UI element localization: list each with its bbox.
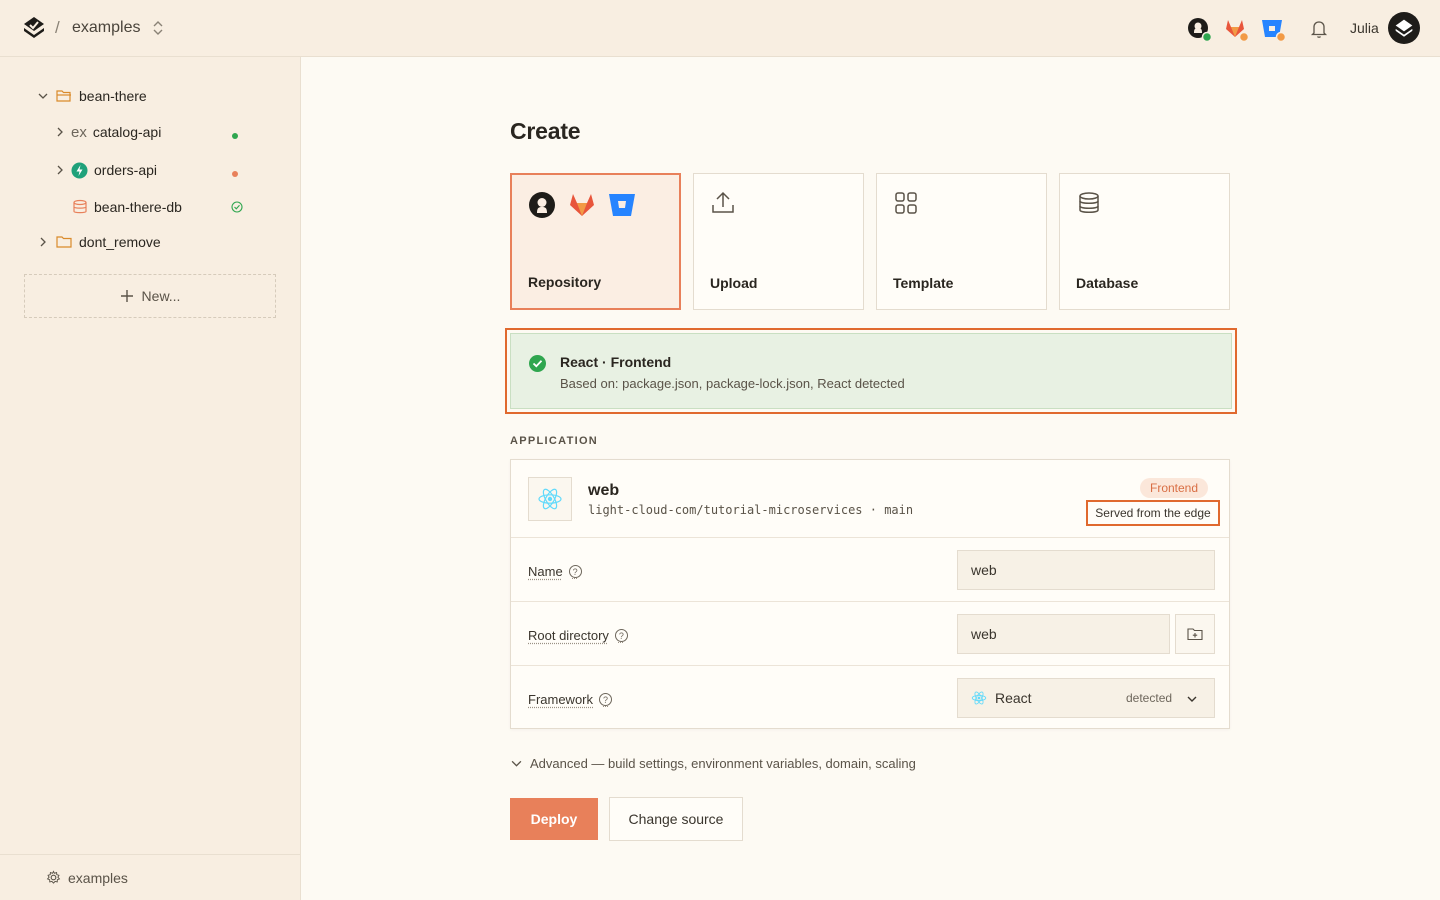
source-template-card[interactable]: Template [876, 173, 1047, 310]
gitlab-icon [570, 194, 594, 216]
source-label: Upload [710, 275, 758, 291]
advanced-toggle[interactable]: Advanced — build settings, environment v… [511, 756, 916, 771]
status-dot [232, 133, 238, 139]
detection-title: React · Frontend [560, 354, 672, 370]
framework-value: React [995, 690, 1032, 706]
gitlab-connected-icon[interactable] [1223, 16, 1249, 42]
project-settings-link[interactable]: examples [0, 854, 300, 900]
sidebar-item-label: catalog-api [92, 124, 162, 140]
sidebar-item-orders-api[interactable]: orders-api [55, 158, 157, 182]
app-name: web [588, 482, 620, 499]
chevron-down-icon [511, 760, 522, 767]
github-icon [529, 192, 555, 218]
chevron-up-down-icon[interactable] [151, 19, 165, 37]
gear-icon [46, 870, 61, 884]
advanced-label: Advanced — build settings, environment v… [530, 756, 916, 771]
footer-label: examples [68, 869, 128, 886]
type-badge: Frontend [1140, 478, 1209, 498]
chevron-right-icon[interactable] [38, 237, 48, 247]
field-row-framework: Framework ? React detected [511, 666, 1229, 730]
check-circle-icon [529, 355, 546, 372]
sidebar-item-bean-there-db[interactable]: bean-there-db [72, 195, 182, 219]
framework-label: Framework ? [528, 692, 613, 707]
source-repository-card[interactable]: Repository [510, 173, 681, 310]
sidebar-item-label: orders-api [94, 162, 158, 178]
deploy-button[interactable]: Deploy [510, 798, 598, 840]
express-icon: ex [71, 123, 87, 141]
app-logo-icon[interactable] [22, 16, 46, 40]
name-label: Name ? [528, 564, 582, 579]
source-label: Repository [528, 274, 602, 290]
root-directory-input[interactable]: web [957, 614, 1170, 654]
grid-icon [895, 192, 917, 214]
name-input[interactable]: web [957, 550, 1215, 590]
sidebar-item-label: bean-there-db [94, 199, 182, 215]
detection-banner: React · Frontend Based on: package.json,… [510, 333, 1232, 409]
browse-folder-button[interactable] [1175, 614, 1215, 654]
folder-open-icon [56, 90, 71, 102]
avatar[interactable] [1388, 12, 1420, 44]
chevron-right-icon[interactable] [55, 127, 65, 137]
sidebar-item-label: bean-there [79, 88, 147, 104]
change-source-button[interactable]: Change source [609, 797, 743, 841]
serving-label: Served from the edge [1086, 500, 1220, 526]
sidebar-item-catalog-api[interactable]: ex catalog-api [55, 120, 161, 144]
react-icon [971, 691, 987, 705]
framework-select[interactable]: React detected [957, 678, 1215, 718]
react-icon [538, 488, 562, 510]
breadcrumb-separator: / [55, 18, 60, 37]
check-circle-icon [231, 201, 243, 213]
page-title: Create [510, 118, 581, 144]
folder-icon [56, 236, 72, 248]
source-label: Template [893, 275, 954, 291]
new-button-label: New... [141, 288, 181, 304]
chevron-down-icon [1187, 696, 1197, 702]
breadcrumb-project[interactable]: examples [72, 19, 140, 37]
application-panel: web light-cloud-com/tutorial-microservic… [510, 459, 1230, 729]
chevron-right-icon[interactable] [55, 165, 65, 175]
detection-detail: Based on: package.json, package-lock.jso… [560, 376, 905, 391]
sidebar-item-dont-remove[interactable]: dont_remove [38, 230, 161, 254]
new-button[interactable]: New... [24, 274, 276, 318]
database-icon [1079, 192, 1099, 213]
sidebar: bean-there ex catalog-api orders-api bea… [0, 57, 301, 900]
source-label: Database [1076, 275, 1139, 291]
field-row-name: Name ? web [511, 538, 1229, 602]
app-repo: light-cloud-com/tutorial-microservices ·… [588, 503, 914, 517]
user-name[interactable]: Julia [1350, 20, 1379, 36]
status-dot [232, 171, 238, 177]
help-icon[interactable]: ? [614, 629, 628, 642]
avatar-logo-icon [1395, 19, 1413, 37]
sidebar-item-label: dont_remove [79, 234, 161, 250]
folder-plus-icon [1187, 628, 1203, 641]
help-icon[interactable]: ? [599, 693, 613, 706]
field-row-root: Root directory ? web [511, 602, 1229, 666]
bell-icon[interactable] [1307, 16, 1333, 42]
section-label: APPLICATION [510, 435, 599, 447]
upload-icon [712, 191, 734, 213]
chevron-down-icon[interactable] [38, 91, 48, 101]
source-database-card[interactable]: Database [1059, 173, 1230, 310]
database-icon [73, 199, 87, 214]
bitbucket-icon [609, 194, 635, 216]
root-directory-label: Root directory ? [528, 628, 628, 643]
github-connected-icon[interactable] [1186, 16, 1212, 42]
application-header: web light-cloud-com/tutorial-microservic… [511, 460, 1229, 538]
framework-hint: detected [1126, 691, 1173, 705]
lightning-icon [71, 162, 88, 178]
source-upload-card[interactable]: Upload [693, 173, 864, 310]
help-icon[interactable]: ? [568, 565, 582, 578]
sidebar-item-bean-there[interactable]: bean-there [38, 84, 147, 108]
bitbucket-connected-icon[interactable] [1260, 16, 1286, 42]
plus-icon [120, 290, 133, 302]
react-logo [528, 477, 572, 521]
top-bar: / examples Julia [0, 0, 1440, 57]
